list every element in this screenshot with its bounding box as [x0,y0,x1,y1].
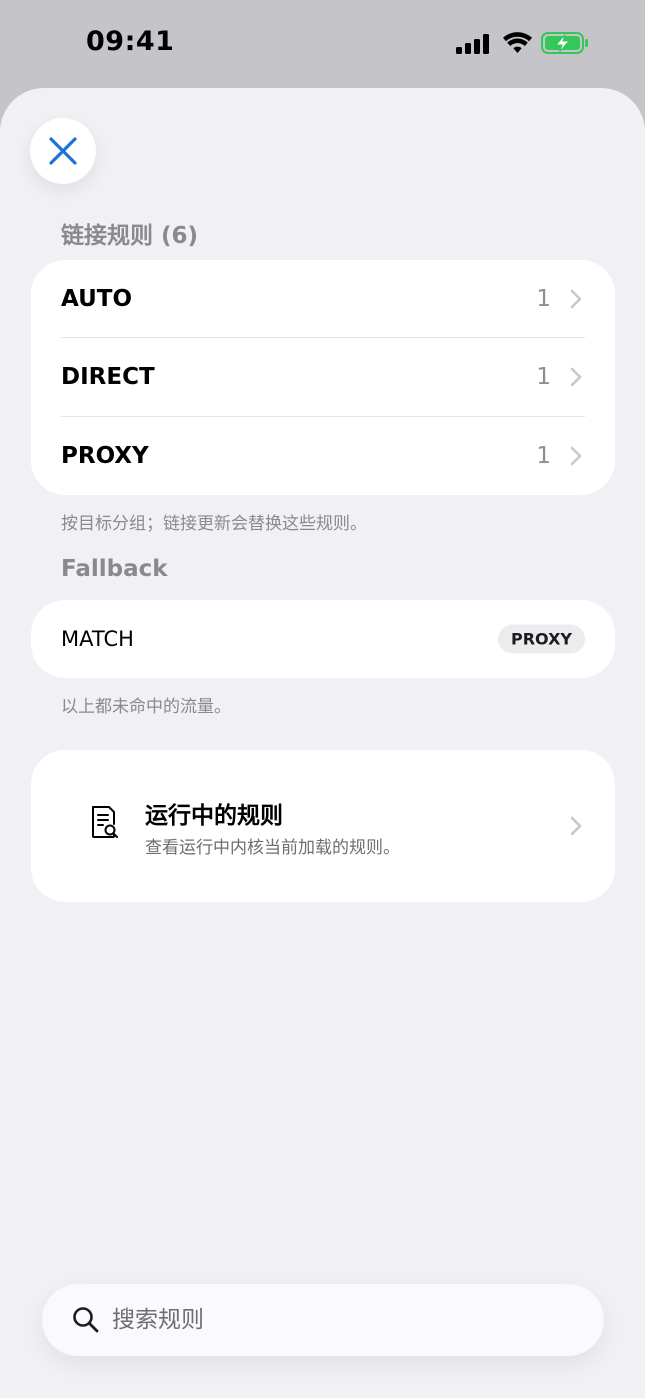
rule-group-label: DIRECT [61,364,155,390]
rule-group-label: AUTO [61,286,133,312]
wifi-icon [503,32,532,53]
match-target-badge: PROXY [498,624,585,654]
search-icon [73,1307,99,1333]
fallback-section-title: Fallback [61,556,168,582]
fallback-footnote: 以上都未命中的流量。 [61,697,231,717]
rule-group-row-direct[interactable]: DIRECT 1 [61,338,585,416]
chevron-right-icon [570,446,582,466]
match-rule-label: MATCH [61,627,134,651]
search-bar[interactable] [42,1284,604,1356]
rules-footnote: 按目标分组；链接更新会替换这些规则。 [61,514,367,534]
rule-group-count: 1 [536,364,551,390]
rule-group-row-proxy[interactable]: PROXY 1 [61,417,585,495]
rule-group-count: 1 [536,286,551,312]
status-bar: 09:41 [0,0,645,90]
rules-group-card: AUTO 1 DIRECT 1 PROXY 1 [31,260,615,495]
close-icon [49,137,77,165]
runtime-rules-card[interactable]: 运行中的规则 查看运行中内核当前加载的规则。 [31,750,615,902]
cellular-signal-icon [456,34,489,54]
rules-section-title: 链接规则 (6) [61,223,199,249]
runtime-rules-title: 运行中的规则 [145,803,283,829]
document-search-icon [92,806,118,838]
chevron-right-icon [570,816,582,836]
fallback-card: MATCH PROXY [31,600,615,678]
rule-group-row-auto[interactable]: AUTO 1 [61,260,585,338]
chevron-right-icon [570,367,582,387]
rule-group-label: PROXY [61,443,149,469]
battery-charging-icon [541,32,588,54]
search-input[interactable] [112,1284,572,1356]
status-time: 09:41 [86,26,175,57]
rules-sheet: 链接规则 (6) AUTO 1 DIRECT 1 PROXY 1 按目标分组；链… [0,88,645,1398]
chevron-right-icon [570,289,582,309]
close-button[interactable] [30,118,96,184]
rule-group-count: 1 [536,443,551,469]
runtime-rules-subtitle: 查看运行中内核当前加载的规则。 [145,838,400,858]
